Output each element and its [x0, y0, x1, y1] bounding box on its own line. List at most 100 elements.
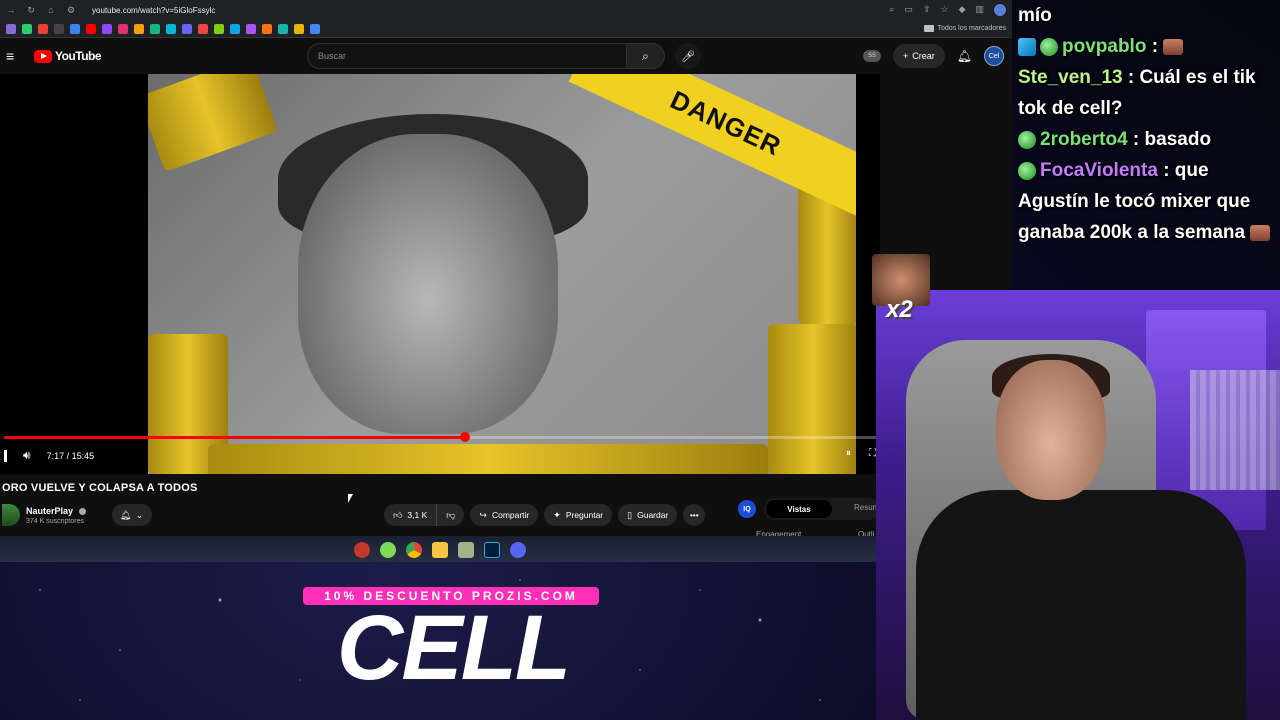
bookmarks-bar: Todos los marcadores [0, 20, 1012, 38]
address-bar: → ↻ ⌂ ⚙ youtube.com/watch?v=5iGloFssylc … [0, 0, 1012, 20]
forward-icon[interactable]: → [6, 5, 16, 15]
subscribed-button[interactable]: 🔔︎ ⌄ [111, 504, 152, 526]
fullscreen-icon[interactable]: ⛶ [869, 448, 876, 459]
extension-icon[interactable]: ◆ [959, 4, 966, 16]
bookmark-icon[interactable] [70, 23, 80, 34]
pause-icon[interactable] [4, 449, 7, 462]
x-icon[interactable] [54, 23, 64, 34]
bookmark-save-icon: ▯ [627, 509, 633, 520]
folder-icon [923, 25, 934, 32]
share-button[interactable]: ↪ Compartir [470, 504, 539, 526]
home-icon[interactable]: ⌂ [46, 5, 56, 15]
emote-combo: x2 [872, 254, 930, 324]
chat-message: povpablo : [1018, 31, 1276, 62]
bookmark-icon[interactable] [150, 23, 160, 34]
iq-button[interactable]: IQ [738, 500, 756, 518]
app-icon[interactable] [380, 542, 396, 558]
emote-icon [1163, 38, 1184, 55]
instagram-icon[interactable] [118, 23, 128, 34]
file-explorer-icon[interactable] [432, 542, 448, 558]
all-bookmarks-folder[interactable]: Todos los marcadores [923, 25, 1006, 32]
dislike-button[interactable]: 👎︎ [437, 504, 465, 526]
site-info-icon[interactable]: ⚙ [66, 5, 76, 16]
bookmark-icon[interactable] [134, 23, 144, 34]
discord-icon[interactable] [510, 542, 526, 558]
progress-scrubber[interactable] [460, 432, 471, 442]
video-title: ORO VUELVE Y COLAPSA A TODOS [2, 482, 198, 494]
user-avatar[interactable]: Cel [984, 46, 1004, 66]
os-taskbar [0, 536, 880, 562]
thumbs-down-icon: 👎︎ [446, 509, 456, 520]
star-icon[interactable]: ☆ [940, 4, 948, 16]
youtube-logo[interactable]: YouTube [34, 49, 102, 63]
bookmark-icon[interactable] [246, 23, 256, 34]
youtube-bookmark-icon[interactable] [86, 23, 96, 34]
hamburger-menu-icon[interactable]: ≡ [6, 48, 20, 64]
reload-icon[interactable]: ↻ [26, 5, 36, 16]
miniplayer-icon[interactable]: ⏸ [846, 448, 851, 459]
bookmark-icon[interactable] [278, 23, 288, 34]
mouse-cursor-icon [348, 494, 353, 503]
twitch-icon[interactable] [102, 23, 112, 34]
player-controls: 🔊︎ 7:17 / 15:45 ⏸ ⛶ [0, 432, 880, 474]
progress-bar[interactable] [4, 432, 876, 442]
photoshop-icon[interactable] [484, 542, 500, 558]
search-button[interactable]: ⌕ [627, 43, 665, 69]
notifications-bell-icon[interactable]: 🔔︎ [957, 49, 972, 63]
sparkle-icon: ✦ [553, 509, 561, 520]
like-button[interactable]: 👍︎ 3,1 K [384, 504, 438, 526]
bookmark-icon[interactable] [214, 23, 224, 34]
chat-username: povpablo [1062, 36, 1147, 57]
bookmark-icon[interactable] [22, 23, 32, 34]
google-drive-icon[interactable] [310, 23, 320, 34]
gmail-icon[interactable] [38, 23, 48, 34]
video-actions: 👍︎ 3,1 K 👎︎ ↪ Compartir ✦ Preguntar ▯ Gu… [384, 504, 706, 526]
video-player[interactable]: DANGER 🔊︎ 7:17 / 15:45 ⏸ ⛶ [0, 74, 880, 474]
sidebar-icon[interactable]: ▥ [975, 4, 984, 16]
logo-text: YouTube [55, 49, 102, 63]
save-button[interactable]: ▯ Guardar [618, 504, 678, 526]
webcam-feed [876, 290, 1280, 720]
chat-text: mío [1018, 5, 1052, 26]
danger-tape: DANGER [568, 74, 856, 217]
share-icon[interactable]: ⇪ [923, 4, 931, 16]
chrome-icon[interactable] [406, 542, 422, 558]
chat-username: Ste_ven_13 [1018, 67, 1123, 88]
create-button[interactable]: + Crear [892, 44, 945, 68]
zoom-icon[interactable]: ⌕ [889, 4, 894, 16]
plus-icon: + [902, 51, 909, 61]
bookmark-icon[interactable] [294, 23, 304, 34]
chevron-down-icon: ⌄ [135, 509, 144, 520]
barrel-graphic [148, 74, 279, 173]
url-field[interactable]: youtube.com/watch?v=5iGloFssylc [92, 6, 215, 15]
cast-icon[interactable]: ▭ [904, 4, 913, 16]
bookmark-icon[interactable] [6, 23, 16, 34]
voice-search-button[interactable]: 🎤︎ [675, 43, 701, 69]
volume-icon[interactable]: 🔊︎ [23, 448, 31, 463]
create-label: Crear [912, 51, 935, 61]
bookmark-icon[interactable] [230, 23, 240, 34]
channel-avatar[interactable] [2, 504, 20, 526]
ask-button[interactable]: ✦ Preguntar [544, 504, 613, 526]
progress-fill [4, 436, 466, 439]
profile-avatar[interactable] [994, 4, 1006, 16]
app-icon[interactable] [458, 542, 474, 558]
channel-name[interactable]: NauterPlay [26, 506, 73, 516]
thumbs-up-icon: 👍︎ [393, 509, 403, 520]
search-input[interactable]: Buscar [307, 43, 627, 69]
ask-label: Preguntar [565, 510, 604, 520]
youtube-header: ≡ YouTube Buscar ⌕ 🎤︎ SS + Crear 🔔︎ Cel [0, 38, 1012, 74]
more-actions-button[interactable]: ••• [683, 504, 706, 526]
channel-name-row[interactable]: NauterPlay [26, 506, 86, 516]
ss-badge[interactable]: SS [862, 50, 881, 62]
sub-badge-icon [1018, 130, 1036, 149]
bookmark-icon[interactable] [166, 23, 176, 34]
bookmark-icon[interactable] [262, 23, 272, 34]
bookmark-icon[interactable] [182, 23, 192, 34]
app-icon[interactable] [354, 542, 370, 558]
tab-vistas[interactable]: Vistas [766, 500, 832, 518]
browser-window: → ↻ ⌂ ⚙ youtube.com/watch?v=5iGloFssylc … [0, 0, 1012, 562]
chat-username: FocaViolenta [1040, 160, 1158, 181]
bookmark-icon[interactable] [198, 23, 208, 34]
controls-left: 🔊︎ 7:17 / 15:45 [4, 448, 94, 463]
